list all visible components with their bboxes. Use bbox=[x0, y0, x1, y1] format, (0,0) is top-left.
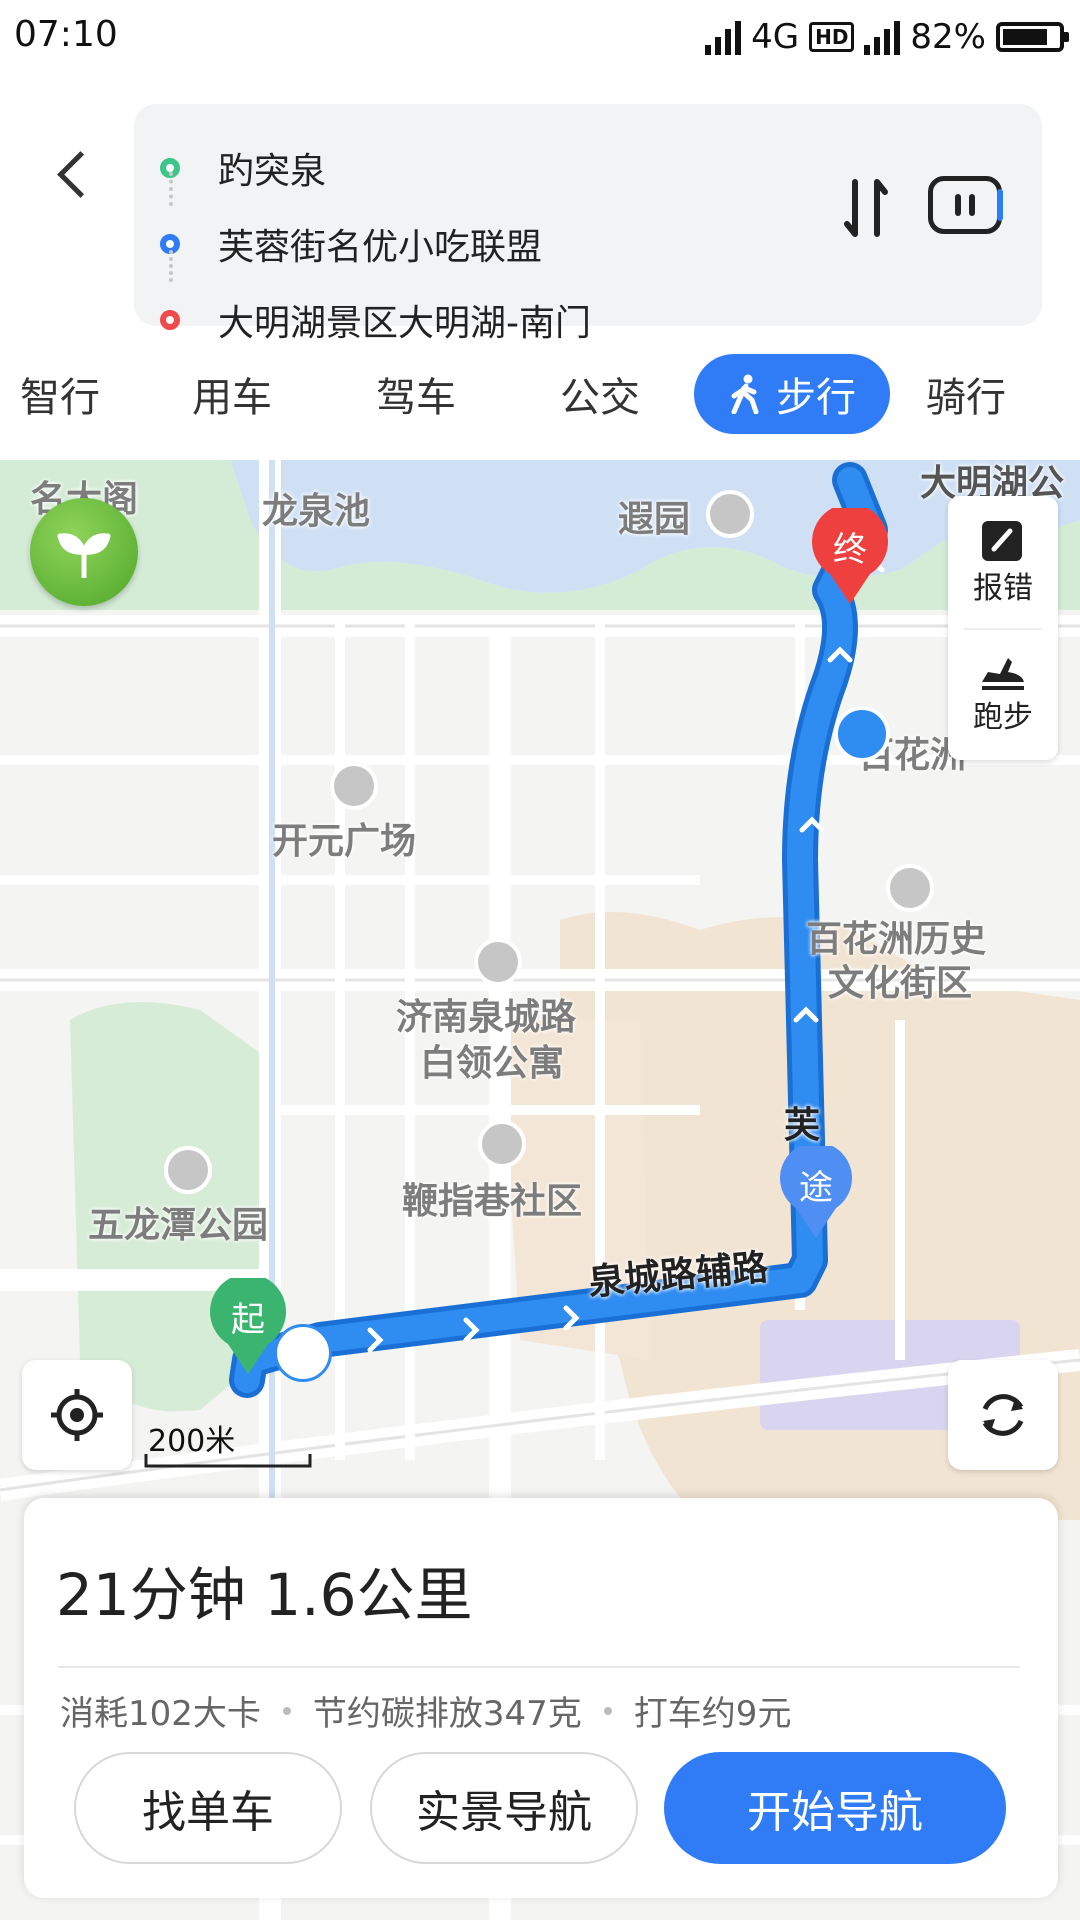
walk-point-icon bbox=[274, 1324, 332, 1382]
tab-transit[interactable]: 公交 bbox=[540, 354, 660, 434]
map-label: 龙泉池 bbox=[262, 491, 371, 532]
chevron-left-icon bbox=[56, 150, 104, 198]
taxi-price-text: 打车约9元 bbox=[633, 1694, 792, 1734]
swap-route-button[interactable] bbox=[834, 170, 898, 246]
landmark-icon bbox=[706, 490, 754, 538]
community-icon bbox=[478, 1120, 526, 1168]
eco-leaf-button[interactable] bbox=[30, 498, 138, 606]
route-duration-distance: 21分钟 1.6公里 bbox=[56, 1561, 473, 1629]
start-marker-label: 起 bbox=[231, 1300, 265, 1340]
tab-walk[interactable]: 步行 bbox=[694, 354, 890, 434]
stop-via[interactable]: 芙蓉街名优小吃联盟 bbox=[134, 214, 834, 274]
tab-car-hailing[interactable]: 用车 bbox=[172, 354, 292, 434]
map-label: 遐园 bbox=[618, 499, 691, 540]
stop-label: 芙蓉街名优小吃联盟 bbox=[218, 227, 543, 268]
stop-origin[interactable]: 趵突泉 bbox=[134, 138, 834, 198]
route-summary-card: 21分钟 1.6公里 消耗102大卡 节约碳排放347克 打车约9元 找单车 实… bbox=[24, 1498, 1058, 1898]
tab-bike[interactable]: 骑行 bbox=[906, 354, 1026, 434]
edit-icon bbox=[982, 521, 1022, 561]
stop-destination[interactable]: 大明湖景区大明湖-南门 bbox=[134, 290, 834, 350]
tab-label: 公交 bbox=[560, 375, 640, 421]
status-bar: 07:10 4G HD 82% bbox=[0, 0, 1080, 74]
run-label: 跑步 bbox=[973, 700, 1033, 735]
tab-drive[interactable]: 驾车 bbox=[356, 354, 476, 434]
end-marker-label: 终 bbox=[833, 530, 867, 570]
stop-connector bbox=[169, 250, 176, 282]
tab-smart[interactable]: 智行 bbox=[0, 354, 130, 434]
swap-icon bbox=[844, 179, 888, 237]
bus-stop-icon bbox=[834, 706, 890, 762]
scenic-icon bbox=[886, 864, 934, 912]
transport-tabs: 智行 用车 驾车 公交 步行 骑行 bbox=[0, 354, 1080, 454]
add-stop-icon bbox=[997, 189, 1003, 221]
locate-icon bbox=[51, 1389, 103, 1441]
map-side-panel: 报错 跑步 bbox=[948, 496, 1058, 760]
route-header: 趵突泉 芙蓉街名优小吃联盟 大明湖景区大明湖-南门 智行 用车 驾车 公交 步行… bbox=[0, 74, 1080, 460]
map-label: 文化街区 bbox=[828, 963, 973, 1004]
map-label: 五龙潭公园 bbox=[88, 1205, 269, 1246]
find-bike-button[interactable]: 找单车 bbox=[74, 1752, 342, 1864]
tab-label: 步行 bbox=[776, 375, 856, 421]
via-marker[interactable]: 途 bbox=[776, 1142, 856, 1242]
calories-text: 消耗102大卡 bbox=[60, 1694, 261, 1734]
status-icons: 4G HD 82% bbox=[705, 12, 1069, 62]
battery-percent: 82% bbox=[910, 17, 986, 57]
park-icon bbox=[164, 1146, 212, 1194]
card-divider bbox=[58, 1666, 1020, 1668]
scale-label: 200米 bbox=[148, 1424, 236, 1459]
signal-icon-2 bbox=[864, 19, 901, 55]
shoe-icon bbox=[982, 658, 1024, 690]
map-label: 开元广场 bbox=[272, 821, 417, 862]
carbon-text: 节约碳排放347克 bbox=[312, 1694, 582, 1734]
tab-label: 智行 bbox=[20, 375, 100, 421]
route-stops-box[interactable]: 趵突泉 芙蓉街名优小吃联盟 大明湖景区大明湖-南门 bbox=[134, 104, 1042, 344]
back-button[interactable] bbox=[50, 126, 110, 222]
run-button[interactable]: 跑步 bbox=[948, 628, 1058, 760]
battery-icon bbox=[996, 22, 1069, 52]
tab-label: 驾车 bbox=[376, 375, 456, 421]
locate-button[interactable] bbox=[22, 1360, 132, 1470]
hotel-icon bbox=[474, 938, 522, 986]
map-label: 白领公寓 bbox=[420, 1043, 565, 1084]
destination-dot-icon bbox=[160, 310, 180, 330]
leaf-icon bbox=[57, 533, 111, 578]
report-error-button[interactable]: 报错 bbox=[948, 496, 1058, 628]
via-marker-label: 途 bbox=[799, 1168, 833, 1208]
tab-label: 骑行 bbox=[926, 375, 1006, 421]
add-stop-button[interactable] bbox=[928, 176, 1003, 234]
report-error-label: 报错 bbox=[973, 571, 1033, 606]
signal-icon bbox=[705, 19, 742, 55]
status-time: 07:10 bbox=[14, 14, 118, 55]
map-label: 芙 bbox=[784, 1105, 821, 1146]
stop-connector bbox=[169, 172, 176, 206]
network-type: 4G bbox=[751, 17, 800, 57]
map-label: 济南泉城路 bbox=[396, 997, 577, 1038]
separator-dot bbox=[603, 1706, 612, 1715]
end-marker[interactable]: 终 bbox=[808, 503, 892, 608]
stop-label: 大明湖景区大明湖-南门 bbox=[218, 303, 591, 344]
route-stats: 消耗102大卡 节约碳排放347克 打车约9元 bbox=[60, 1686, 791, 1735]
start-navigation-button[interactable]: 开始导航 bbox=[664, 1752, 1006, 1864]
hd-icon: HD bbox=[809, 22, 855, 52]
refresh-button[interactable] bbox=[948, 1360, 1058, 1470]
separator-dot bbox=[282, 1706, 291, 1715]
stop-label: 趵突泉 bbox=[218, 151, 327, 192]
ar-navigation-button[interactable]: 实景导航 bbox=[370, 1752, 638, 1864]
tab-label: 用车 bbox=[192, 375, 272, 421]
shopping-icon bbox=[330, 762, 378, 810]
map-label: 鞭指巷社区 bbox=[402, 1181, 583, 1222]
walk-icon bbox=[731, 374, 759, 414]
refresh-icon bbox=[982, 1394, 1024, 1436]
